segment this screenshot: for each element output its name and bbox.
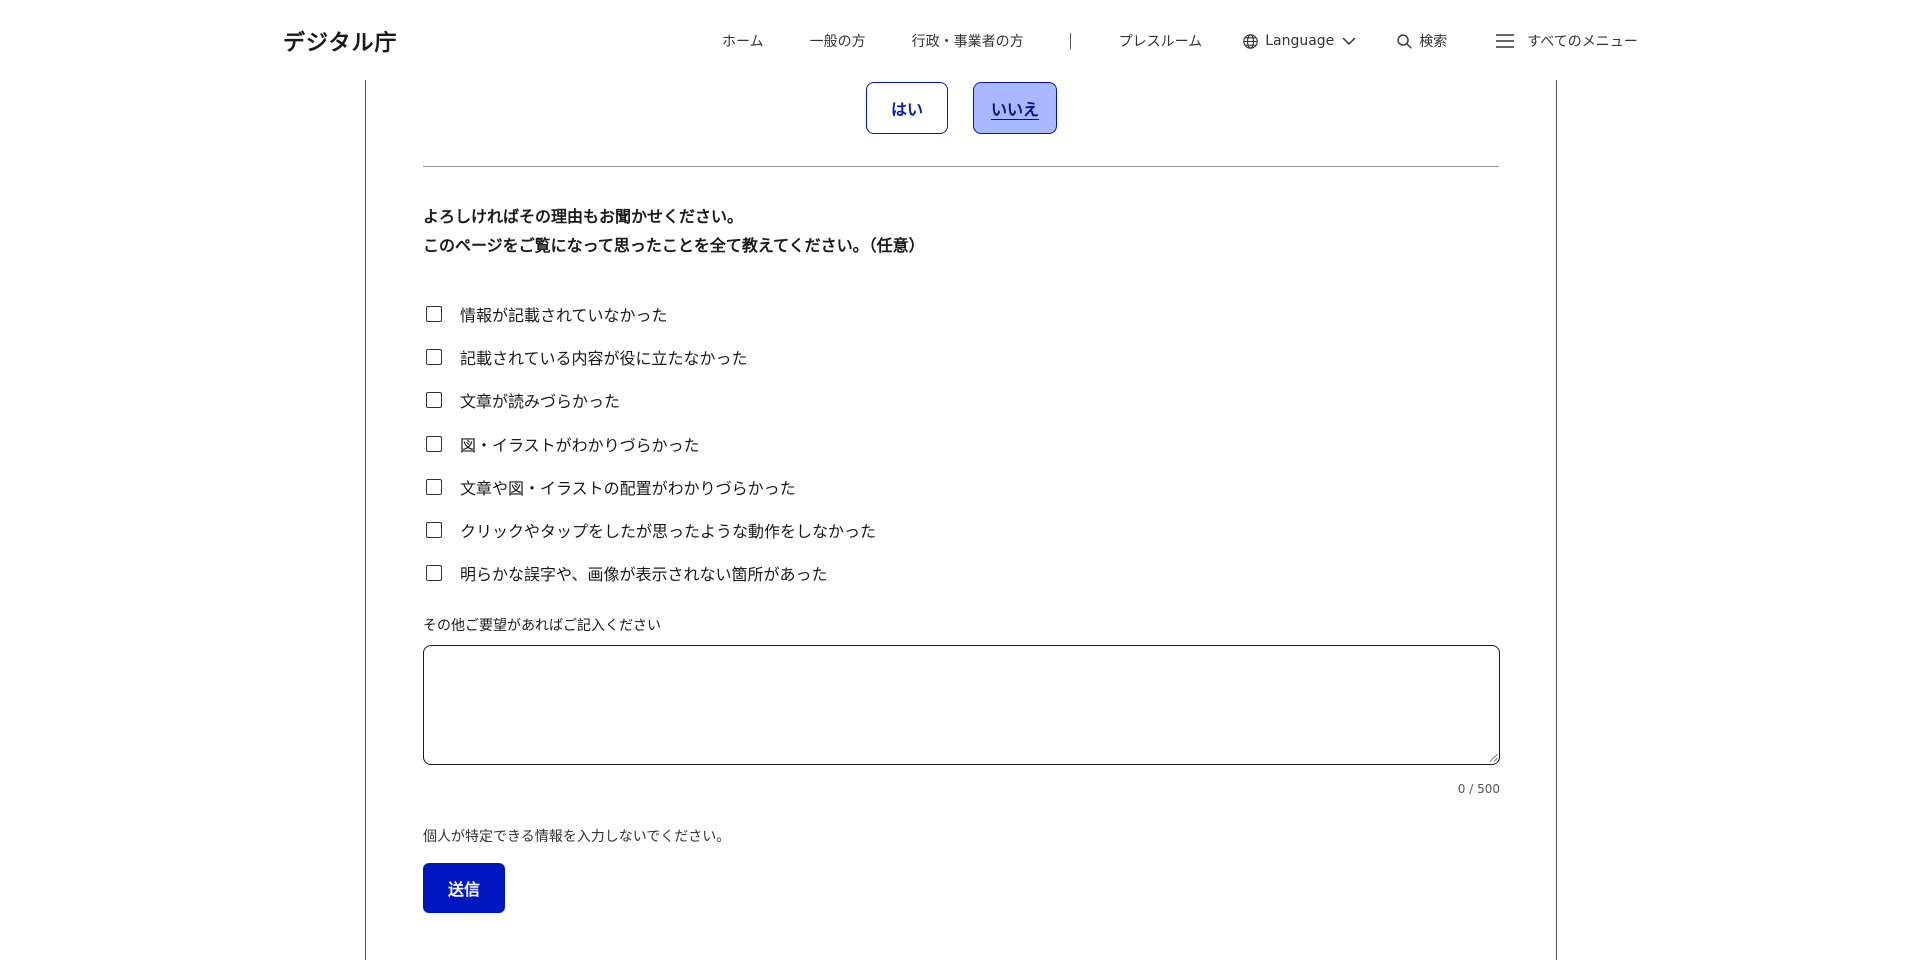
nav-item-language[interactable]: Language xyxy=(1242,33,1356,50)
search-icon xyxy=(1396,33,1413,50)
reason-option[interactable]: 文章や図・イラストの配置がわかりづらかった xyxy=(426,465,876,508)
checkbox[interactable] xyxy=(426,392,442,409)
checkbox[interactable] xyxy=(426,305,442,322)
checkbox[interactable] xyxy=(426,522,442,539)
nav-item-press[interactable]: プレスルーム xyxy=(1119,31,1203,51)
checkbox[interactable] xyxy=(426,565,442,582)
site-logo[interactable]: デジタル庁 xyxy=(283,25,398,57)
comment-textarea[interactable] xyxy=(423,645,1500,765)
reason-option-label: 記載されている内容が役に立たなかった xyxy=(460,348,748,368)
reason-option-label: クリックやタップをしたが思ったような動作をしなかった xyxy=(460,522,877,542)
reason-option-label: 図・イラストがわかりづらかった xyxy=(460,435,700,455)
nav-item-label: プレスルーム xyxy=(1118,34,1203,50)
reason-option-label: 文章や図・イラストの配置がわかりづらかった xyxy=(460,478,796,498)
checkbox[interactable] xyxy=(426,435,442,452)
reason-option[interactable]: クリックやタップをしたが思ったような動作をしなかった xyxy=(426,508,876,551)
submit-button-label: 送信 xyxy=(447,880,480,899)
reason-option-label: 明らかな誤字や、画像が表示されない箇所があった xyxy=(460,565,828,585)
menu-icon xyxy=(1495,33,1515,49)
nav-item-label: ホーム xyxy=(722,34,764,50)
no-button-label: いいえ xyxy=(990,100,1039,119)
global-nav: ホーム 一般の方 行政・事業者の方 プレスルーム Language 検索 すべて… xyxy=(722,30,1638,52)
nav-item-label: すべてのメニュー xyxy=(1527,34,1638,50)
reason-option[interactable]: 図・イラストがわかりづらかった xyxy=(426,422,876,465)
reason-option-label: 情報が記載されていなかった xyxy=(460,305,668,325)
no-button[interactable]: いいえ xyxy=(973,82,1057,134)
privacy-note: 個人が特定できる情報を入力しないでください。 xyxy=(423,829,731,845)
nav-item-label: Language xyxy=(1265,33,1335,49)
resize-grip-icon[interactable] xyxy=(1489,753,1498,762)
yes-button-label: はい xyxy=(890,100,923,119)
nav-item-label: 検索 xyxy=(1419,34,1448,50)
reason-option[interactable]: 明らかな誤字や、画像が表示されない箇所があった xyxy=(426,552,876,595)
chevron-down-icon xyxy=(1342,36,1356,46)
reason-option[interactable]: 情報が記載されていなかった xyxy=(426,292,876,335)
divider xyxy=(423,166,1499,167)
nav-item-search[interactable]: 検索 xyxy=(1396,31,1447,51)
nav-item-general[interactable]: 一般の方 xyxy=(810,31,866,51)
reason-options: 情報が記載されていなかった 記載されている内容が役に立たなかった 文章が読みづら… xyxy=(426,292,876,595)
comment-label: その他ご要望があればご記入ください xyxy=(423,618,661,634)
reason-option[interactable]: 文章が読みづらかった xyxy=(426,379,876,422)
nav-item-label: 行政・事業者の方 xyxy=(911,34,1024,50)
site-header: デジタル庁 ホーム 一般の方 行政・事業者の方 プレスルーム Language xyxy=(0,0,1920,80)
nav-item-business[interactable]: 行政・事業者の方 xyxy=(912,31,1024,51)
submit-button[interactable]: 送信 xyxy=(423,863,505,913)
checkbox[interactable] xyxy=(426,478,442,495)
yes-button[interactable]: はい xyxy=(866,82,948,134)
globe-icon xyxy=(1242,33,1259,50)
nav-item-home[interactable]: ホーム xyxy=(722,31,764,51)
character-counter: 0 / 500 xyxy=(1457,782,1500,796)
checkbox[interactable] xyxy=(426,348,442,365)
reason-option-label: 文章が読みづらかった xyxy=(460,392,621,412)
question-text: このページをご覧になって思ったことを全て教えてください。（任意） xyxy=(423,236,925,255)
question-text: よろしければその理由もお聞かせください。 xyxy=(423,207,744,226)
nav-item-all-menu[interactable]: すべてのメニュー xyxy=(1495,31,1638,51)
nav-divider xyxy=(1069,33,1071,49)
nav-item-label: 一般の方 xyxy=(809,34,866,50)
reason-option[interactable]: 記載されている内容が役に立たなかった xyxy=(426,335,876,378)
